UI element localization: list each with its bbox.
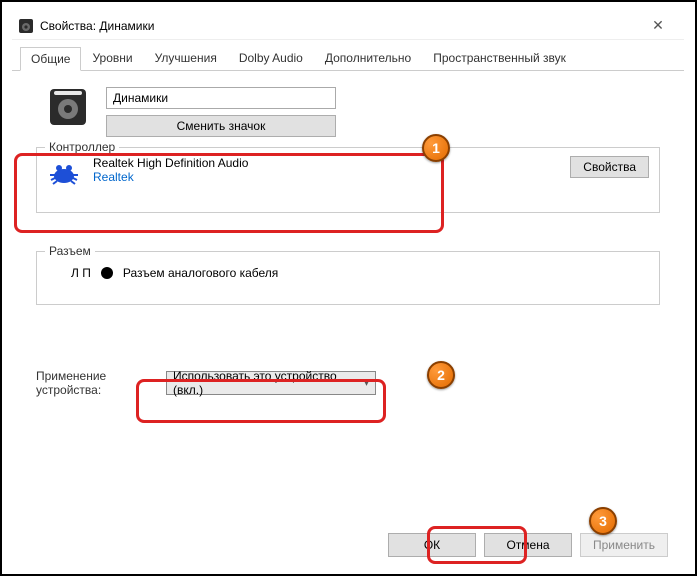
annotation-marker-3: 3 <box>589 507 617 535</box>
usage-select[interactable]: Использовать это устройство (вкл.) ▾ <box>166 371 376 395</box>
tab-strip: Общие Уровни Улучшения Dolby Audio Допол… <box>12 40 684 71</box>
speaker-icon <box>18 18 34 34</box>
realtek-icon <box>47 156 81 190</box>
jack-lr-label: Л П <box>71 266 91 280</box>
jacks-group: Разъем Л П Разъем аналогового кабеля <box>36 251 660 305</box>
jack-dot-icon <box>101 267 113 279</box>
ok-button[interactable]: ОК <box>388 533 476 557</box>
tab-dolby[interactable]: Dolby Audio <box>228 46 314 70</box>
chevron-down-icon: ▾ <box>364 378 369 389</box>
controller-name: Realtek High Definition Audio <box>93 156 558 170</box>
title-bar: Свойства: Динамики ✕ <box>12 12 684 40</box>
window-title: Свойства: Динамики <box>40 19 638 33</box>
close-icon[interactable]: ✕ <box>638 17 678 34</box>
controller-properties-button[interactable]: Свойства <box>570 156 649 178</box>
cancel-button[interactable]: Отмена <box>484 533 572 557</box>
tab-general[interactable]: Общие <box>20 47 81 71</box>
controller-legend: Контроллер <box>45 140 119 154</box>
tab-advanced[interactable]: Дополнительно <box>314 46 422 70</box>
device-name-input[interactable] <box>106 87 336 109</box>
change-icon-button[interactable]: Сменить значок <box>106 115 336 137</box>
annotation-marker-2: 2 <box>427 361 455 389</box>
usage-label: Применение устройства: <box>36 369 136 397</box>
annotation-marker-1: 1 <box>422 134 450 162</box>
jacks-legend: Разъем <box>45 244 95 258</box>
controller-group: Контроллер Realtek High Definition Audio… <box>36 147 660 213</box>
usage-selected-text: Использовать это устройство (вкл.) <box>173 369 364 397</box>
tab-levels[interactable]: Уровни <box>81 46 143 70</box>
controller-vendor-link[interactable]: Realtek <box>93 170 558 184</box>
jack-desc: Разъем аналогового кабеля <box>123 266 278 280</box>
tab-enhance[interactable]: Улучшения <box>144 46 228 70</box>
tab-spatial[interactable]: Пространственный звук <box>422 46 577 70</box>
apply-button[interactable]: Применить <box>580 533 668 557</box>
device-icon <box>48 87 88 127</box>
dialog-footer: ОК Отмена Применить <box>388 533 668 557</box>
